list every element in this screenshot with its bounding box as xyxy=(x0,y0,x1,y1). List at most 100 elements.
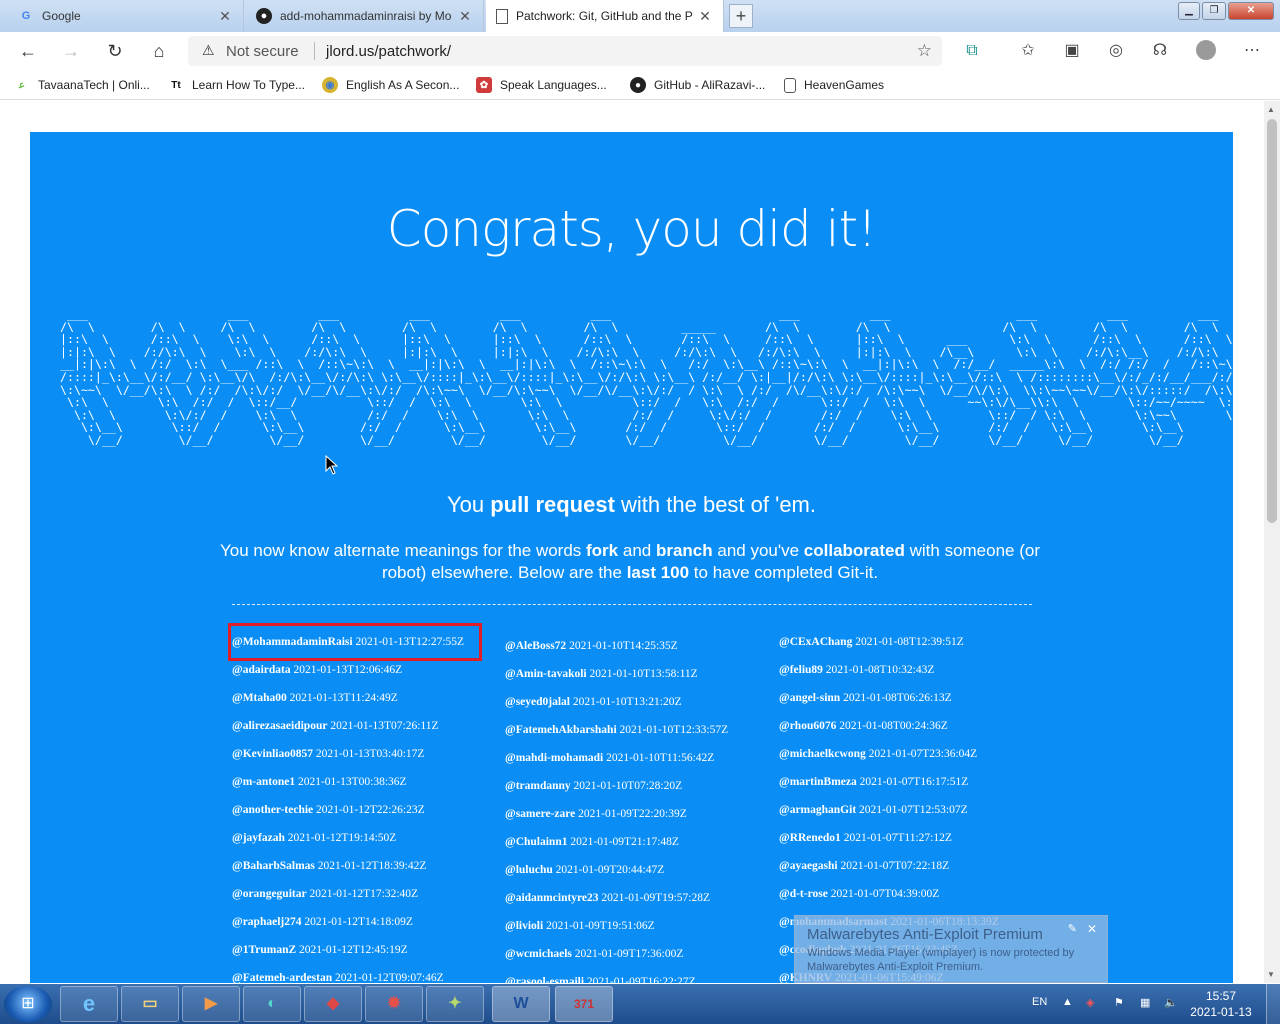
github-username-link[interactable]: @martinBmeza xyxy=(779,776,857,788)
back-icon[interactable]: ← xyxy=(15,39,41,63)
refresh-icon[interactable]: ↻ xyxy=(102,39,128,63)
github-username-link[interactable]: @Chulainn1 xyxy=(505,836,567,848)
github-username-link[interactable]: @Mtaha00 xyxy=(232,692,287,704)
url-text[interactable]: jlord.us/patchwork/ xyxy=(326,43,451,60)
close-icon[interactable]: ✕ xyxy=(457,8,473,25)
profile-avatar[interactable] xyxy=(1194,40,1218,62)
forward-icon[interactable]: → xyxy=(58,39,84,63)
paragraph-bold: branch xyxy=(655,541,713,560)
github-username-link[interactable]: @ayaegashi xyxy=(779,860,838,872)
collections-sync-icon[interactable]: ⧉ xyxy=(960,40,984,62)
github-username-link[interactable]: @livioli xyxy=(505,920,543,932)
tab-patchwork[interactable]: Patchwork: Git, GitHub and the P ✕ xyxy=(486,0,724,32)
completer-entry: @tramdanny 2021-01-10T07:28:20Z xyxy=(505,778,775,806)
security-label[interactable]: Not secure xyxy=(226,43,299,60)
favorite-heavengames[interactable]: HeavenGames xyxy=(784,76,884,94)
system-clock[interactable]: 15:57 2021-01-13 xyxy=(1186,988,1256,1020)
completion-date: 2021-01-12T09:07:46Z xyxy=(335,972,444,983)
favorite-typing[interactable]: Tt Learn How To Type... xyxy=(168,76,305,94)
github-username-link[interactable]: @orangeguitar xyxy=(232,888,307,900)
github-username-link[interactable]: @FatemehAkbarshahi xyxy=(505,724,617,736)
github-username-link[interactable]: @1TrumanZ xyxy=(232,944,296,956)
close-icon[interactable]: ✕ xyxy=(1087,922,1097,936)
favorite-tavaana[interactable]: ﻋ TavaanaTech | Onli... xyxy=(14,76,150,94)
github-username-link[interactable]: @m-antone1 xyxy=(232,776,295,788)
github-username-link[interactable]: @feliu89 xyxy=(779,664,823,676)
github-username-link[interactable]: @alirezasaeidipour xyxy=(232,720,327,732)
github-username-link[interactable]: @adairdata xyxy=(232,664,291,676)
github-username-link[interactable]: @tramdanny xyxy=(505,780,571,792)
maximize-button[interactable]: ❐ xyxy=(1202,2,1226,20)
explorer-icon[interactable]: ▭ xyxy=(121,986,179,1022)
github-username-link[interactable]: @rhou6076 xyxy=(779,720,836,732)
github-username-link[interactable]: @samere-zare xyxy=(505,808,575,820)
navigation-bar: ← → ↻ ⌂ ⚠ Not secure jlord.us/patchwork/… xyxy=(0,32,1280,70)
feedback-icon[interactable]: ☊ xyxy=(1148,40,1172,62)
github-username-link[interactable]: @angel-sinn xyxy=(779,692,840,704)
github-username-link[interactable]: @luluchu xyxy=(505,864,553,876)
favorite-speak-languages[interactable]: ✿ Speak Languages... xyxy=(476,76,607,94)
app-gear-icon[interactable]: ✹ xyxy=(365,986,423,1022)
new-tab-button[interactable]: + xyxy=(729,4,753,28)
volume-icon[interactable]: 🔈 xyxy=(1164,996,1178,1009)
github-username-link[interactable]: @jayfazah xyxy=(232,832,285,844)
show-desktop-button[interactable] xyxy=(1266,984,1280,1024)
close-icon[interactable]: ✕ xyxy=(697,8,713,25)
screenshot-icon[interactable]: ◎ xyxy=(1104,40,1128,62)
tagline-text: You xyxy=(446,492,491,517)
github-username-link[interactable]: @raphaelj274 xyxy=(232,916,301,928)
favorites-icon[interactable]: ✩ xyxy=(1016,40,1040,62)
github-username-link[interactable]: @michaelkcwong xyxy=(779,748,866,760)
more-menu-icon[interactable]: ⋯ xyxy=(1240,40,1264,62)
collections-icon[interactable]: ▣ xyxy=(1060,40,1084,62)
start-button[interactable]: ⊞ xyxy=(4,986,52,1022)
calendar-icon[interactable]: 371 xyxy=(555,986,613,1022)
home-icon[interactable]: ⌂ xyxy=(146,39,172,63)
close-window-button[interactable]: ✕ xyxy=(1228,2,1274,20)
github-username-link[interactable]: @BaharbSalmas xyxy=(232,860,315,872)
github-username-link[interactable]: @Kevinliao0857 xyxy=(232,748,313,760)
edge-icon[interactable]: ◐ xyxy=(243,986,301,1022)
pin-icon[interactable]: ✎ xyxy=(1068,922,1077,935)
app-red-icon[interactable]: ◆ xyxy=(304,986,362,1022)
address-bar[interactable]: ⚠ Not secure jlord.us/patchwork/ ☆ xyxy=(188,36,942,66)
github-username-link[interactable]: @Fatemeh-ardestan xyxy=(232,972,332,983)
malwarebytes-tray-icon[interactable]: ◈ xyxy=(1086,996,1094,1009)
github-username-link[interactable]: @wcmichaels xyxy=(505,948,572,960)
network-icon[interactable]: ▦ xyxy=(1140,996,1150,1009)
github-username-link[interactable]: @d-t-rose xyxy=(779,888,828,900)
warning-icon[interactable]: ⚠ xyxy=(202,42,215,59)
scroll-up-icon[interactable]: ▲ xyxy=(1267,105,1275,114)
malwarebytes-notification[interactable]: Malwarebytes Anti-Exploit Premium Window… xyxy=(794,915,1108,983)
github-username-link[interactable]: @seyed0jalal xyxy=(505,696,570,708)
github-username-link[interactable]: @CExAChang xyxy=(779,636,852,648)
scrollbar-thumb[interactable] xyxy=(1267,119,1277,523)
flag-icon[interactable]: ⚑ xyxy=(1114,996,1124,1009)
completer-entry: @AleBoss72 2021-01-10T14:25:35Z xyxy=(505,638,775,666)
word-icon[interactable]: W xyxy=(492,986,550,1022)
tab-github-pr[interactable]: ● add-mohammadaminraisi by Mo ✕ xyxy=(246,0,484,32)
app-cube-icon[interactable]: ✦ xyxy=(426,986,484,1022)
completer-entry: @armaghanGit 2021-01-07T12:53:07Z xyxy=(779,802,1049,830)
github-username-link[interactable]: @another-techie xyxy=(232,804,313,816)
language-indicator[interactable]: EN xyxy=(1032,996,1047,1008)
github-username-link[interactable]: @rasool-esmaili xyxy=(505,976,584,983)
github-username-link[interactable]: @aidanmcintyre23 xyxy=(505,892,599,904)
minimize-button[interactable]: ▁ xyxy=(1178,2,1200,20)
github-username-link[interactable]: @Amin-tavakoli xyxy=(505,668,587,680)
github-username-link[interactable]: @RRenedo1 xyxy=(779,832,841,844)
completer-entry: @BaharbSalmas 2021-01-12T18:39:42Z xyxy=(232,858,502,886)
tab-google[interactable]: G Google ✕ xyxy=(8,0,244,32)
vertical-scrollbar[interactable]: ▲ ▼ xyxy=(1264,101,1280,983)
tray-expand-icon[interactable]: ▲ xyxy=(1062,996,1073,1008)
favorite-github[interactable]: ● GitHub - AliRazavi-... xyxy=(630,76,765,94)
github-username-link[interactable]: @AleBoss72 xyxy=(505,640,566,652)
media-player-icon[interactable]: ▶ xyxy=(182,986,240,1022)
favorite-esl[interactable]: ◉ English As A Secon... xyxy=(322,76,459,94)
close-icon[interactable]: ✕ xyxy=(217,8,233,25)
ie-icon[interactable]: e xyxy=(60,986,118,1022)
scroll-down-icon[interactable]: ▼ xyxy=(1267,970,1275,979)
github-username-link[interactable]: @armaghanGit xyxy=(779,804,856,816)
github-username-link[interactable]: @mahdi-mohamadi xyxy=(505,752,603,764)
favorite-star-icon[interactable]: ☆ xyxy=(917,41,932,61)
